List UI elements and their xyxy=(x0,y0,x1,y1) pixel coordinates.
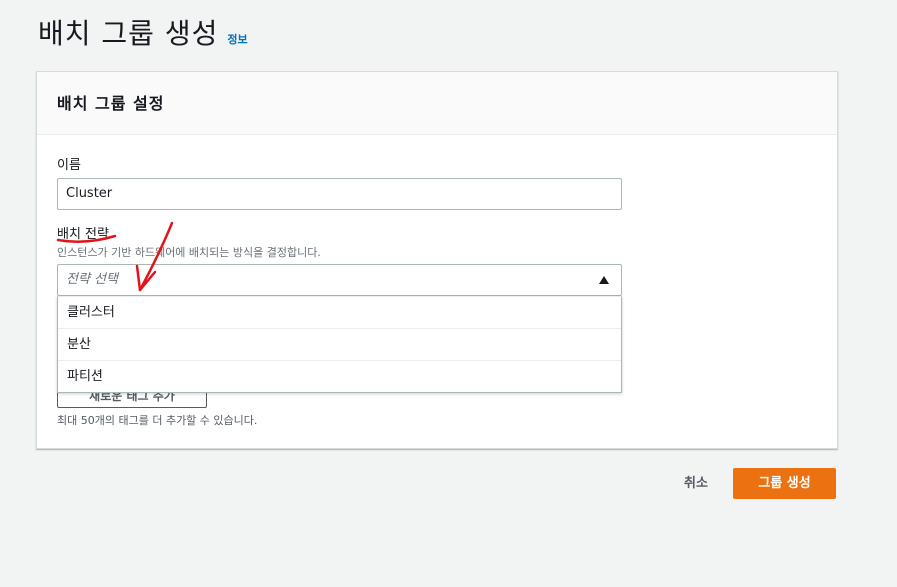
tag-limit-hint: 최대 50개의 태그를 더 추가할 수 있습니다. xyxy=(57,414,258,427)
cancel-button[interactable]: 취소 xyxy=(672,469,720,499)
panel-title: 배치 그룹 설정 xyxy=(57,94,165,113)
info-link[interactable]: 정보 xyxy=(227,31,247,47)
strategy-select[interactable]: 전략 선택 xyxy=(57,264,622,296)
caret-up-icon xyxy=(599,276,609,284)
strategy-option-spread[interactable]: 분산 xyxy=(58,329,621,361)
placement-group-settings-panel: 배치 그룹 설정 이름 Cluster 배치 전략 인스턴스가 기반 하드웨어에… xyxy=(36,71,838,449)
name-input[interactable]: Cluster xyxy=(57,178,622,210)
create-group-button[interactable]: 그룹 생성 xyxy=(733,468,836,499)
strategy-dropdown-list: 클러스터 분산 파티션 xyxy=(57,296,622,393)
strategy-option-cluster[interactable]: 클러스터 xyxy=(58,297,621,329)
panel-header: 배치 그룹 설정 xyxy=(37,72,837,135)
strategy-select-placeholder: 전략 선택 xyxy=(66,272,118,287)
strategy-label: 배치 전략 xyxy=(57,227,109,242)
strategy-option-partition[interactable]: 파티션 xyxy=(58,361,621,392)
name-label: 이름 xyxy=(57,158,81,173)
strategy-description: 인스턴스가 기반 하드웨어에 배치되는 방식을 결정합니다. xyxy=(57,246,321,259)
page-header: 배치 그룹 생성 정보 xyxy=(38,12,248,52)
page-title: 배치 그룹 생성 xyxy=(38,17,219,50)
